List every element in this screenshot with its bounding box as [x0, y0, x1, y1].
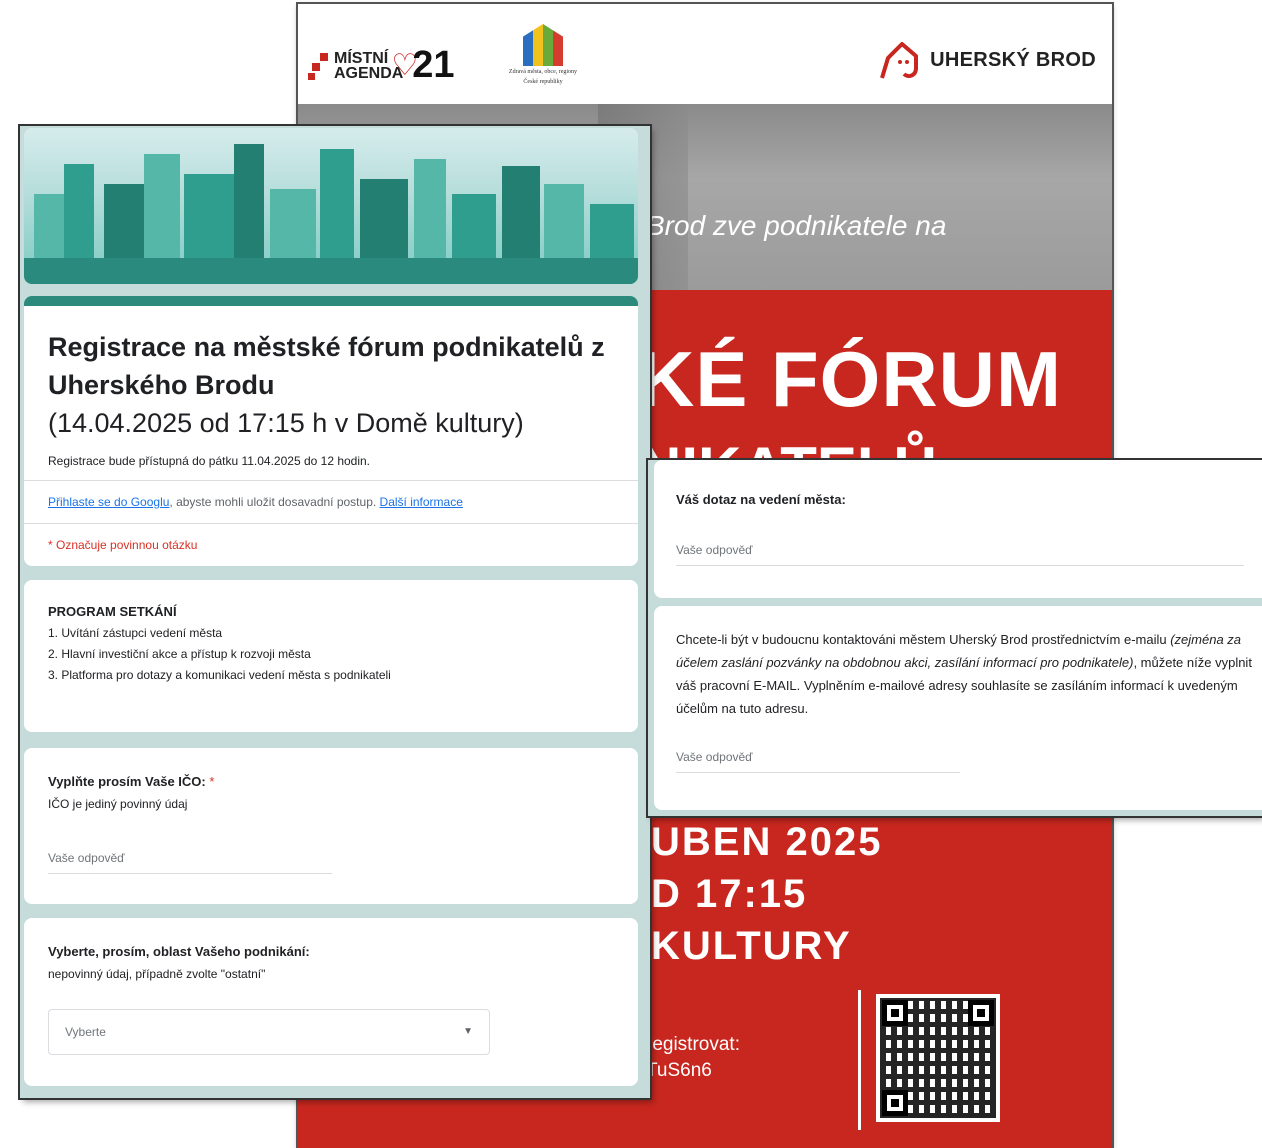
poster-registration: registrovat: TuS6n6: [646, 1032, 740, 1084]
form-title: Registrace na městské fórum podnikatelů …: [48, 328, 614, 442]
zdrava-mesta-logo: Zdravá města, obce, regiony České republ…: [488, 24, 598, 86]
registration-form-continued: Váš dotaz na vedení města: Vaše odpověď …: [648, 460, 1262, 816]
ico-question-text: Vyplňte prosím Vaše IČO:: [48, 774, 206, 789]
logo-zdrava-line2: České republiky: [523, 79, 563, 85]
ico-question: Vyplňte prosím Vaše IČO: *: [48, 774, 614, 789]
signin-text: , abyste mohli uložit dosavadní postup.: [169, 495, 380, 509]
logo-ub-text: UHERSKÝ BROD: [930, 48, 1096, 71]
business-area-select[interactable]: Vyberte ▼: [48, 1009, 490, 1055]
house-icon: [523, 24, 563, 66]
form-title-card: Registrace na městské fórum podnikatelů …: [24, 296, 638, 566]
logo-ma21-number: 21: [412, 44, 455, 86]
question-card-email: Chcete-li být v budoucnu kontaktováni mě…: [654, 606, 1262, 810]
dotaz-input[interactable]: Vaše odpověď: [676, 543, 1244, 566]
program-item: 3. Platforma pro dotazy a komunikaci ved…: [48, 668, 391, 682]
ico-description: IČO je jediný povinný údaj: [48, 797, 188, 811]
business-area-description: nepovinný údaj, případně zvolte "ostatní…: [48, 967, 266, 981]
poster-date-line3: KULTURY: [651, 924, 852, 968]
poster-header: MÍSTNÍ AGENDA ♡ 21 Zdravá města, obce, r…: [298, 4, 1112, 104]
poster-date-line2: D 17:15: [651, 872, 808, 916]
logo-zdrava-line1: Zdravá města, obce, regiony: [508, 69, 578, 75]
qr-finder-bottom-left: [882, 1090, 908, 1116]
registration-form: Registrace na městské fórum podnikatelů …: [20, 126, 650, 1098]
question-card-dotaz: Váš dotaz na vedení města: Vaše odpověď: [654, 460, 1262, 598]
uhersky-brod-logo: UHERSKÝ BROD: [880, 38, 1096, 82]
program-item: 1. Uvítání zástupci vedení města: [48, 626, 223, 640]
qr-code[interactable]: [876, 994, 1000, 1122]
form-title-main: Registrace na městské fórum podnikatelů …: [48, 332, 605, 400]
ico-input[interactable]: Vaše odpověď: [48, 851, 332, 874]
poster-date-block: UBEN 2025 D 17:15 KULTURY: [651, 816, 882, 972]
select-value: Vyberte: [65, 1025, 106, 1039]
google-signin-link[interactable]: Přihlaste se do Googlu: [48, 495, 169, 509]
poster-reg-link: TuS6n6: [646, 1060, 712, 1081]
mistni-agenda-21-logo: MÍSTNÍ AGENDA ♡ 21: [308, 44, 455, 87]
program-card: PROGRAM SETKÁNÍ 1. Uvítání zástupci vede…: [24, 580, 638, 732]
email-text-1: Chcete-li být v budoucnu kontaktováni mě…: [676, 632, 1171, 647]
poster-tagline: Brod zve podnikatele na: [646, 210, 947, 241]
signin-row: Přihlaste se do Googlu, abyste mohli ulo…: [24, 480, 638, 523]
required-star: *: [209, 774, 215, 789]
form-title-date: (14.04.2025 od 17:15 h v Domě kultury): [48, 408, 524, 438]
more-info-link[interactable]: Další informace: [380, 495, 463, 509]
program-item: 2. Hlavní investiční akce a přístup k ro…: [48, 647, 311, 661]
ico-question-card: Vyplňte prosím Vaše IČO: * IČO je jediný…: [24, 748, 638, 904]
program-heading: PROGRAM SETKÁNÍ: [48, 604, 177, 619]
form-header-banner: [24, 128, 638, 284]
uhersky-brod-house-icon: [880, 42, 919, 79]
qr-finder-top-left: [882, 1000, 908, 1026]
qr-finder-top-right: [968, 1000, 994, 1026]
dropdown-caret-icon: ▼: [463, 1026, 473, 1037]
email-input[interactable]: Vaše odpověď: [676, 750, 960, 773]
dotaz-question: Váš dotaz na vedení města:: [676, 492, 846, 507]
email-description: Chcete-li být v budoucnu kontaktováni mě…: [676, 628, 1252, 720]
poster-reg-line1: registrovat:: [646, 1034, 740, 1055]
poster-headline: KÉ FÓRUM: [638, 335, 1062, 423]
business-area-question: Vyberte, prosím, oblast Vašeho podnikání…: [48, 944, 310, 959]
required-note: * Označuje povinnou otázku: [24, 523, 638, 566]
form-availability-note: Registrace bude přístupná do pátku 11.04…: [48, 454, 371, 468]
business-area-card: Vyberte, prosím, oblast Vašeho podnikání…: [24, 918, 638, 1086]
poster-date-line1: UBEN 2025: [651, 820, 883, 864]
poster-divider: [858, 990, 861, 1130]
